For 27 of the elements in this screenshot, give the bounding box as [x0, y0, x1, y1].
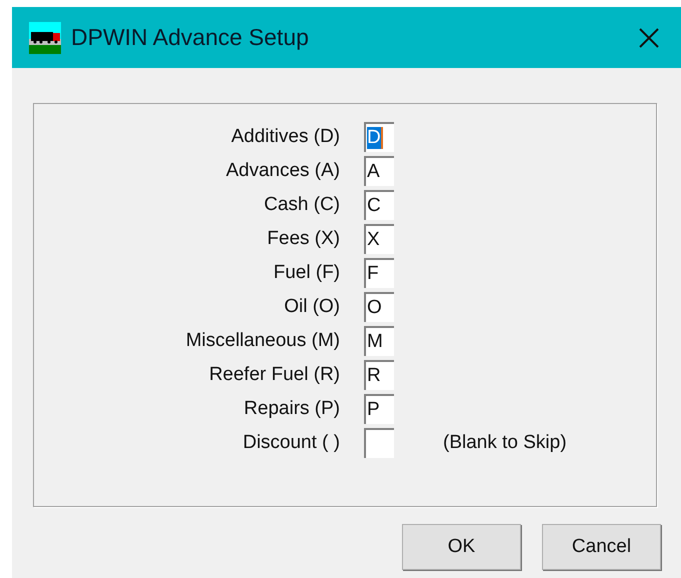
window-title: DPWIN Advance Setup: [71, 23, 309, 52]
close-button[interactable]: [637, 26, 661, 50]
field-label: Repairs (P): [242, 396, 340, 421]
text-field[interactable]: P: [364, 394, 394, 424]
field-label: Cash (C): [262, 192, 340, 217]
text-field[interactable]: O: [364, 292, 394, 322]
dialog-button[interactable]: Cancel: [542, 524, 661, 570]
text-field[interactable]: A: [364, 156, 394, 186]
text-field[interactable]: [364, 428, 394, 458]
field-label: Oil (O): [283, 294, 340, 319]
text-field[interactable]: C: [364, 190, 394, 220]
truck-icon: [29, 22, 61, 54]
field-label: Additives (D): [230, 124, 340, 149]
hint-text: (Blank to Skip): [443, 430, 567, 455]
field-label: Advances (A): [224, 158, 340, 183]
text-field[interactable]: M: [364, 326, 394, 356]
text-field[interactable]: F: [364, 258, 394, 288]
field-label: Miscellaneous (M): [184, 328, 340, 353]
field-label: Reefer Fuel (R): [208, 362, 340, 387]
field-label: Fees (X): [266, 226, 340, 251]
field-label: Fuel (F): [272, 260, 340, 285]
text-field[interactable]: X: [364, 224, 394, 254]
close-icon: [639, 28, 659, 48]
text-field[interactable]: R: [364, 360, 394, 390]
dialog-button[interactable]: OK: [402, 524, 521, 570]
text-field[interactable]: D: [364, 122, 394, 152]
field-label: Discount ( ): [242, 430, 340, 455]
